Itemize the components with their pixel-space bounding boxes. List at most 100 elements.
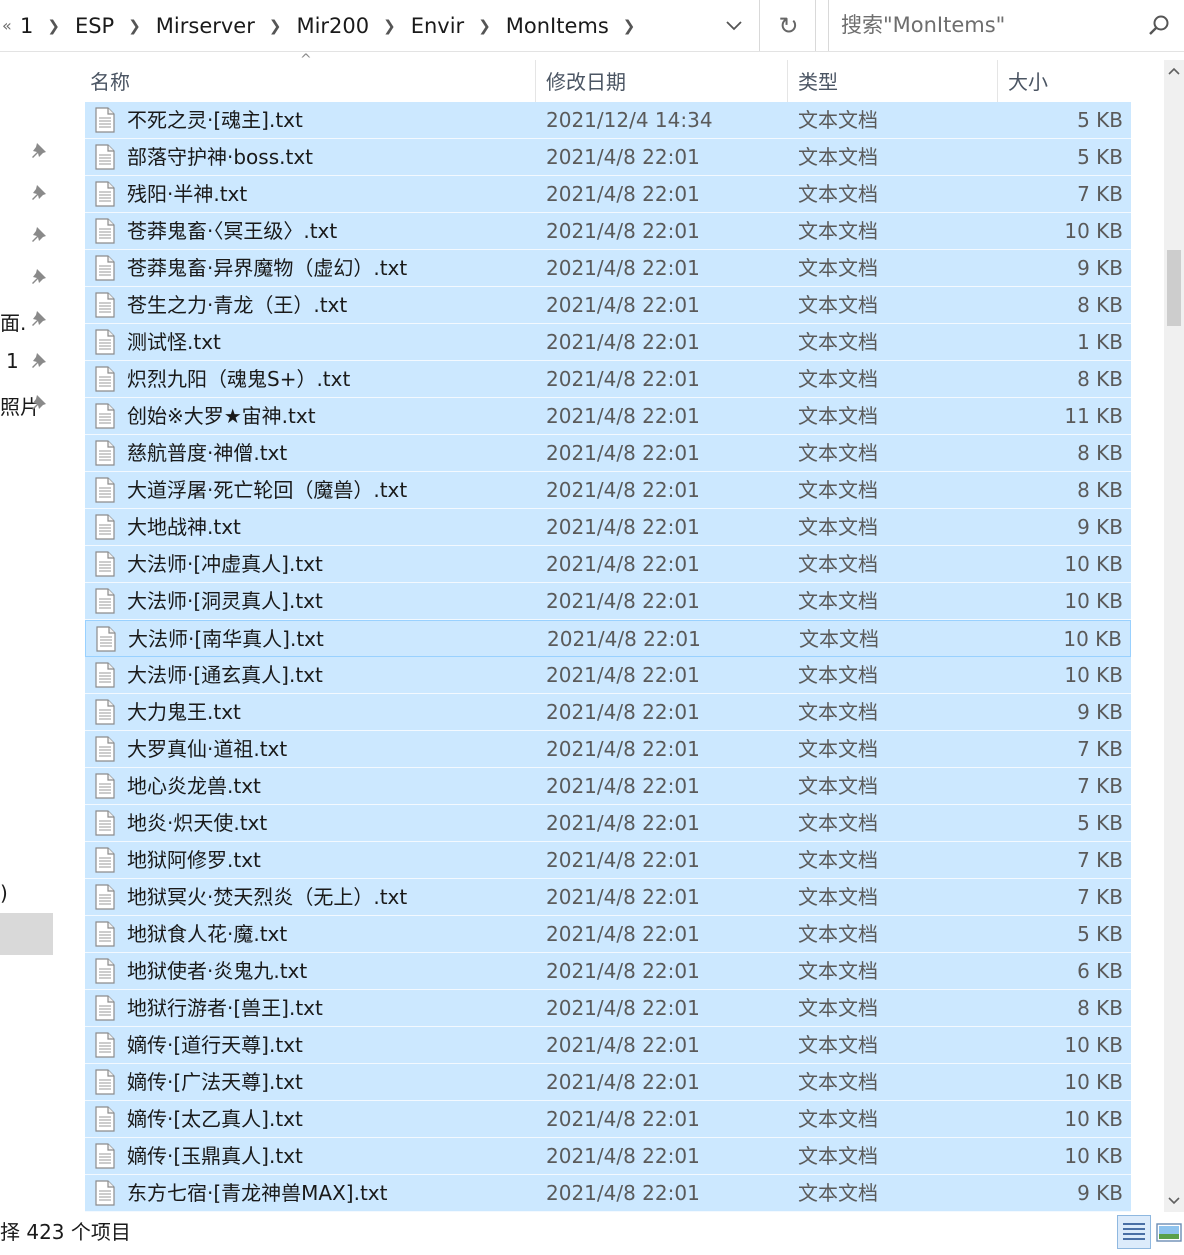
file-name[interactable]: 部落守护神·boss.txt [127,139,313,176]
file-name[interactable]: 地狱冥火·焚天烈炎（无上）.txt [127,879,407,916]
file-name[interactable]: 创始※大罗★宙神.txt [127,398,316,435]
file-row[interactable]: 大罗真仙·道祖.txt 2021/4/8 22:01 文本文档 7 KB [85,731,1131,768]
file-name[interactable]: 苍生之力·青龙（王）.txt [127,287,347,324]
chevron-right-icon[interactable]: ❯ [468,17,502,35]
pin-icon[interactable] [30,267,48,285]
file-name[interactable]: 地炎·炽天使.txt [127,805,267,842]
file-name[interactable]: 残阳·半神.txt [127,176,247,213]
file-row[interactable]: 不死之灵·[魂主].txt 2021/12/4 14:34 文本文档 5 KB [85,102,1131,139]
file-row[interactable]: 大力鬼王.txt 2021/4/8 22:01 文本文档 9 KB [85,694,1131,731]
file-name[interactable]: 大罗真仙·道祖.txt [127,731,287,768]
file-row[interactable]: 创始※大罗★宙神.txt 2021/4/8 22:01 文本文档 11 KB [85,398,1131,435]
file-name[interactable]: 大道浮屠·死亡轮回（魔兽）.txt [127,472,407,509]
file-name[interactable]: 嫡传·[玉鼎真人].txt [127,1138,303,1175]
address-bar[interactable]: « 1 ❯ ESP ❯ Mirserver ❯ Mir200 ❯ Envir ❯… [0,0,760,51]
file-name[interactable]: 苍莽鬼畜·异界魔物（虚幻）.txt [127,250,407,287]
pin-icon[interactable] [30,183,48,201]
file-name[interactable]: 大法师·[南华真人].txt [128,621,324,658]
file-row[interactable]: 嫡传·[玉鼎真人].txt 2021/4/8 22:01 文本文档 10 KB [85,1138,1131,1175]
file-row[interactable]: 苍生之力·青龙（王）.txt 2021/4/8 22:01 文本文档 8 KB [85,287,1131,324]
file-name[interactable]: 嫡传·[太乙真人].txt [127,1101,303,1138]
column-header-date[interactable]: 修改日期 [541,60,788,105]
file-row[interactable]: 地狱行游者·[兽王].txt 2021/4/8 22:01 文本文档 8 KB [85,990,1131,1027]
file-name[interactable]: 东方七宿·[青龙神兽MAX].txt [127,1175,387,1212]
file-name[interactable]: 地狱食人花·魔.txt [127,916,287,953]
file-row[interactable]: 地狱使者·炎鬼九.txt 2021/4/8 22:01 文本文档 6 KB [85,953,1131,990]
file-row[interactable]: 大法师·[冲虚真人].txt 2021/4/8 22:01 文本文档 10 KB [85,546,1131,583]
file-row[interactable]: 大法师·[南华真人].txt 2021/4/8 22:01 文本文档 10 KB [85,620,1131,657]
details-view-button[interactable] [1117,1215,1151,1249]
file-row[interactable]: 大道浮屠·死亡轮回（魔兽）.txt 2021/4/8 22:01 文本文档 8 KB [85,472,1131,509]
chevron-right-icon[interactable]: ❯ [613,17,647,35]
file-row[interactable]: 大法师·[通玄真人].txt 2021/4/8 22:01 文本文档 10 KB [85,657,1131,694]
file-row[interactable]: 东方七宿·[青龙神兽MAX].txt 2021/4/8 22:01 文本文档 9 KB [85,1175,1131,1212]
pin-icon[interactable] [30,309,48,327]
column-header-type[interactable]: 类型 [793,60,998,105]
file-row[interactable]: 地狱阿修罗.txt 2021/4/8 22:01 文本文档 7 KB [85,842,1131,879]
file-row[interactable]: 炽烈九阳（魂鬼S+）.txt 2021/4/8 22:01 文本文档 8 KB [85,361,1131,398]
chevron-right-icon[interactable]: ❯ [118,17,152,35]
file-row[interactable]: 嫡传·[太乙真人].txt 2021/4/8 22:01 文本文档 10 KB [85,1101,1131,1138]
file-row[interactable]: 大法师·[洞灵真人].txt 2021/4/8 22:01 文本文档 10 KB [85,583,1131,620]
scrollbar-thumb[interactable] [1167,250,1181,326]
search-input[interactable]: 搜索"MonItems" [841,0,1005,51]
chevron-right-icon[interactable]: ❯ [373,17,407,35]
column-header-name[interactable]: 名称 [85,60,536,105]
breadcrumb-item[interactable]: Mirserver [152,14,259,38]
file-row[interactable]: 地狱冥火·焚天烈炎（无上）.txt 2021/4/8 22:01 文本文档 7 KB [85,879,1131,916]
breadcrumb-item[interactable]: 1 [16,14,37,38]
pin-icon[interactable] [30,141,48,159]
file-name[interactable]: 大法师·[洞灵真人].txt [127,583,323,620]
file-row[interactable]: 地心炎龙兽.txt 2021/4/8 22:01 文本文档 7 KB [85,768,1131,805]
file-row[interactable]: 大地战神.txt 2021/4/8 22:01 文本文档 9 KB [85,509,1131,546]
address-history-button[interactable] [708,0,760,51]
breadcrumb-item[interactable]: ESP [71,14,118,38]
file-name[interactable]: 苍莽鬼畜·〈冥王级〉.txt [127,213,337,250]
vertical-scrollbar[interactable] [1164,60,1184,1212]
breadcrumb-item[interactable]: Envir [407,14,468,38]
large-icons-view-button[interactable] [1155,1215,1183,1249]
column-header-size[interactable]: 大小 [1003,60,1138,105]
file-row[interactable]: 测试怪.txt 2021/4/8 22:01 文本文档 1 KB [85,324,1131,361]
chevron-right-icon[interactable]: ❯ [37,17,71,35]
nav-item-label[interactable]: ) [0,881,8,905]
nav-item-selected[interactable] [0,913,53,955]
file-name[interactable]: 地心炎龙兽.txt [127,768,261,805]
nav-item-label[interactable]: 1 [6,349,19,373]
file-name[interactable]: 测试怪.txt [127,324,221,361]
file-row[interactable]: 嫡传·[广法天尊].txt 2021/4/8 22:01 文本文档 10 KB [85,1064,1131,1101]
file-name[interactable]: 大法师·[通玄真人].txt [127,657,323,694]
file-row[interactable]: 残阳·半神.txt 2021/4/8 22:01 文本文档 7 KB [85,176,1131,213]
nav-item-label[interactable]: 面. [0,307,26,336]
search-box[interactable]: 搜索"MonItems" [828,0,1184,51]
file-name[interactable]: 地狱行游者·[兽王].txt [127,990,323,1027]
file-row[interactable]: 苍莽鬼畜·异界魔物（虚幻）.txt 2021/4/8 22:01 文本文档 9 KB [85,250,1131,287]
file-row[interactable]: 嫡传·[道行天尊].txt 2021/4/8 22:01 文本文档 10 KB [85,1027,1131,1064]
file-name[interactable]: 地狱使者·炎鬼九.txt [127,953,307,990]
file-name[interactable]: 炽烈九阳（魂鬼S+）.txt [127,361,350,398]
file-row[interactable]: 地狱食人花·魔.txt 2021/4/8 22:01 文本文档 5 KB [85,916,1131,953]
file-name[interactable]: 嫡传·[道行天尊].txt [127,1027,303,1064]
file-row[interactable]: 苍莽鬼畜·〈冥王级〉.txt 2021/4/8 22:01 文本文档 10 KB [85,213,1131,250]
file-row[interactable]: 地炎·炽天使.txt 2021/4/8 22:01 文本文档 5 KB [85,805,1131,842]
scroll-down-icon[interactable] [1167,1196,1181,1206]
file-row[interactable]: 部落守护神·boss.txt 2021/4/8 22:01 文本文档 5 KB [85,139,1131,176]
scroll-up-icon[interactable] [1167,66,1181,76]
breadcrumb-overflow-button[interactable]: « [0,16,16,35]
file-name[interactable]: 大地战神.txt [127,509,241,546]
pin-icon[interactable] [30,393,48,411]
refresh-button[interactable]: ↻ [762,0,816,51]
file-name[interactable]: 慈航普度·神僧.txt [127,435,287,472]
file-name[interactable]: 大力鬼王.txt [127,694,241,731]
file-name[interactable]: 大法师·[冲虚真人].txt [127,546,323,583]
breadcrumb-item[interactable]: MonItems [502,14,613,38]
search-icon[interactable] [1148,14,1170,36]
file-name[interactable]: 嫡传·[广法天尊].txt [127,1064,303,1101]
file-name[interactable]: 不死之灵·[魂主].txt [127,102,303,139]
pin-icon[interactable] [30,225,48,243]
file-name[interactable]: 地狱阿修罗.txt [127,842,261,879]
breadcrumb-item[interactable]: Mir200 [292,14,373,38]
pin-icon[interactable] [30,351,48,369]
chevron-right-icon[interactable]: ❯ [259,17,293,35]
file-row[interactable]: 慈航普度·神僧.txt 2021/4/8 22:01 文本文档 8 KB [85,435,1131,472]
